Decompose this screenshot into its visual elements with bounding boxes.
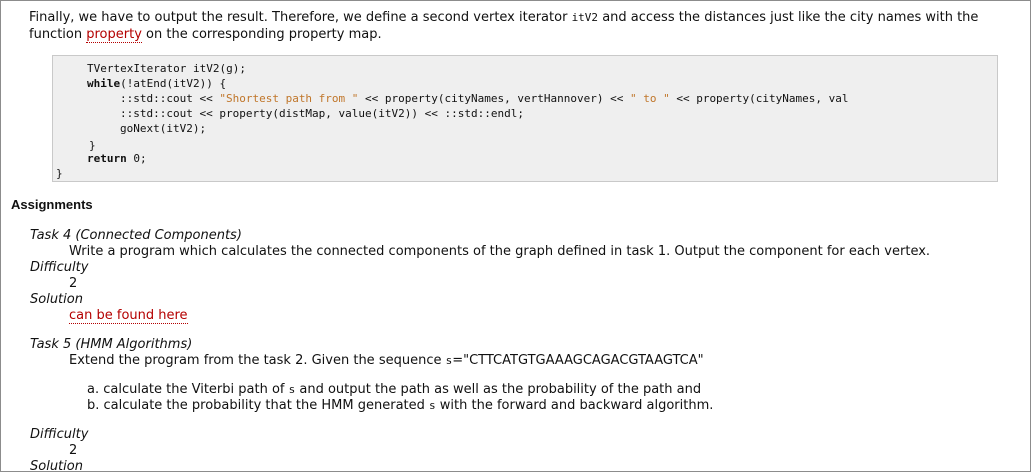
assignments-heading: Assignments xyxy=(11,197,93,212)
task5-desc-a: Extend the program from the task 2. Give… xyxy=(69,353,446,368)
code-line-3-c: << property(cityNames, val xyxy=(669,92,849,105)
task5-desc-b: ="CTTCATGTGAAAGCAGACGTAAGTCA" xyxy=(452,353,704,368)
keyword-return: return xyxy=(87,152,127,165)
intro-text-4: on the corresponding property map. xyxy=(141,27,382,42)
task4-difficulty-value: 2 xyxy=(69,276,78,291)
code-line-3: ::std::cout << "Shortest path from " << … xyxy=(120,91,849,106)
task5-list-item-b: b. calculate the probability that the HM… xyxy=(87,398,713,414)
code-line-3-a: ::std::cout << xyxy=(120,92,220,105)
intro-paragraph: Finally, we have to output the result. T… xyxy=(29,9,1024,43)
task5-description: Extend the program from the task 2. Give… xyxy=(69,353,704,369)
code-line-7: return 0; xyxy=(87,151,147,166)
inline-code-s-b: s xyxy=(429,399,436,412)
string-literal-1: "Shortest path from " xyxy=(219,92,359,105)
task5-list-item-a: a. calculate the Viterbi path of s and o… xyxy=(87,382,701,398)
task5-item-b-2: with the forward and backward algorithm. xyxy=(435,398,714,413)
property-link[interactable]: property xyxy=(86,27,142,43)
code-line-1: TVertexIterator itV2(g); xyxy=(87,62,246,75)
inline-code-itv2: itV2 xyxy=(571,11,599,24)
task4-difficulty-label: Difficulty xyxy=(30,260,89,275)
task4-title: Task 4 (Connected Components) xyxy=(30,228,242,243)
task5-solution-label: Solution xyxy=(30,459,83,474)
task4-description: Write a program which calculates the con… xyxy=(69,244,931,259)
keyword-while: while xyxy=(87,77,121,90)
intro-text-3: function xyxy=(29,27,87,42)
task5-difficulty-label: Difficulty xyxy=(30,427,89,442)
code-line-7-rest: 0; xyxy=(126,152,147,165)
code-line-8: } xyxy=(56,167,63,180)
code-line-2: while(!atEnd(itV2)) { xyxy=(87,76,226,91)
task5-item-b-1: b. calculate the probability that the HM… xyxy=(87,398,430,413)
task5-item-a-2: and output the path as well as the proba… xyxy=(295,382,702,397)
code-line-5: goNext(itV2); xyxy=(120,122,207,135)
intro-text-2: and access the distances just like the c… xyxy=(598,10,979,25)
task5-item-a-1: a. calculate the Viterbi path of xyxy=(87,382,289,397)
code-line-2-rest: (!atEnd(itV2)) { xyxy=(120,77,227,90)
task4-solution-link[interactable]: can be found here xyxy=(69,308,188,324)
string-literal-2: " to " xyxy=(629,92,670,105)
intro-text-1: Finally, we have to output the result. T… xyxy=(29,10,572,25)
code-line-3-b: << property(cityNames, vertHannover) << xyxy=(358,92,630,105)
code-line-4: ::std::cout << property(distMap, value(i… xyxy=(120,107,524,120)
task4-solution-label: Solution xyxy=(30,292,83,307)
task5-title: Task 5 (HMM Algorithms) xyxy=(30,337,193,352)
code-block[interactable]: TVertexIterator itV2(g); while(!atEnd(it… xyxy=(52,55,998,182)
task4-solution-link-wrap: can be found here xyxy=(69,308,188,324)
task5-difficulty-value: 2 xyxy=(69,443,78,458)
